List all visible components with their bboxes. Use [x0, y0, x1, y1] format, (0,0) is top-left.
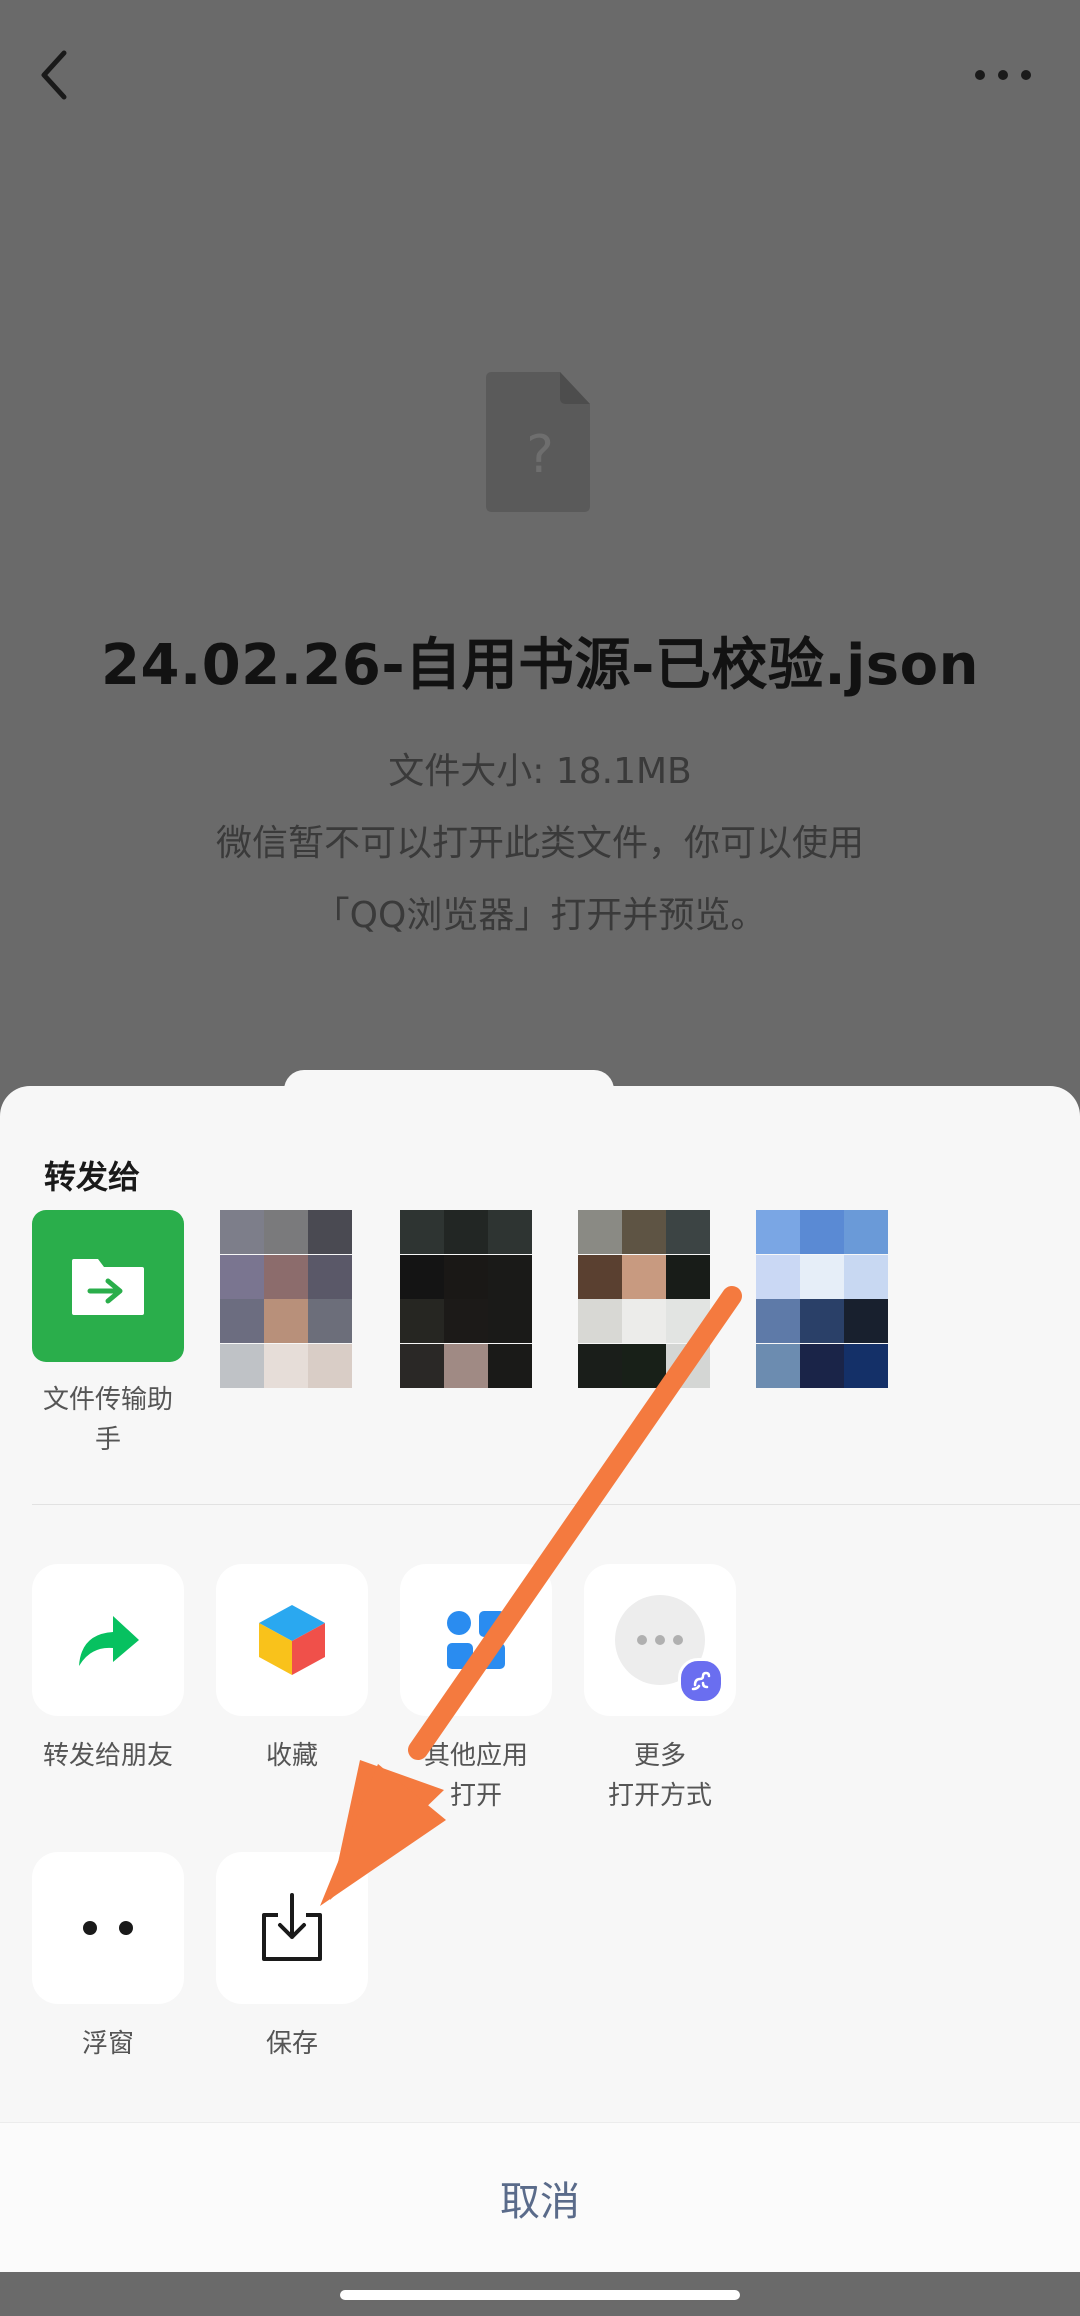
action-label: 浮窗 [81, 2029, 134, 2059]
favorites-cube-icon [259, 1605, 325, 1675]
action-label: 保存 [265, 2029, 318, 2059]
action-tile [32, 1564, 184, 1716]
action-tile [584, 1564, 736, 1716]
more-dots-icon [975, 70, 1031, 80]
unsupported-notice: 微信暂不可以打开此类文件，你可以使用 [215, 823, 864, 864]
avatar [32, 1210, 184, 1362]
sheet-notch [284, 1070, 614, 1110]
blurred-avatar [756, 1210, 888, 1388]
blurred-avatar [400, 1210, 532, 1388]
browser-hint: 「QQ浏览器」打开并预览。 [313, 895, 767, 936]
file-name: 24.02.26-自用书源-已校验.json [101, 633, 979, 698]
favorites-button[interactable]: 收藏 [216, 1564, 368, 1776]
more-open-options-button[interactable]: 更多 打开方式 [584, 1564, 736, 1816]
top-bar [0, 0, 1080, 160]
unknown-file-icon: ? [486, 372, 594, 512]
other-apps-icon [447, 1611, 505, 1669]
action-tile [400, 1564, 552, 1716]
divider [32, 1504, 1080, 1505]
contact-name: 文件传输助 手 [42, 1385, 173, 1455]
action-tile [216, 1564, 368, 1716]
forward-to-friend-button[interactable]: 转发给朋友 [32, 1564, 184, 1776]
mini-program-badge-icon [678, 1658, 724, 1704]
contact-blurred[interactable] [400, 1210, 552, 1388]
save-button[interactable]: 保存 [216, 1852, 368, 2064]
share-arrow-icon [79, 1616, 139, 1666]
save-download-icon [262, 1893, 322, 1961]
folder-transfer-icon [72, 1259, 144, 1315]
action-label: 收藏 [265, 1741, 318, 1771]
back-button[interactable] [30, 45, 80, 105]
contact-blurred[interactable] [578, 1210, 730, 1388]
float-window-icon [83, 1921, 133, 1935]
action-label: 更多 打开方式 [607, 1741, 712, 1811]
blurred-avatar [578, 1210, 710, 1388]
home-indicator[interactable] [340, 2290, 740, 2300]
contact-blurred[interactable] [756, 1210, 908, 1388]
cancel-button[interactable]: 取消 [0, 2122, 1080, 2273]
action-tile [32, 1852, 184, 2004]
contact-file-transfer[interactable]: 文件传输助 手 [32, 1210, 184, 1460]
forward-to-label: 转发给 [44, 1158, 141, 1196]
chevron-left-icon [41, 50, 67, 100]
contact-blurred[interactable] [220, 1210, 372, 1388]
action-label: 转发给朋友 [42, 1741, 173, 1771]
action-tile [216, 1852, 368, 2004]
float-window-button[interactable]: 浮窗 [32, 1852, 184, 2064]
more-button[interactable] [968, 60, 1038, 90]
cancel-label: 取消 [500, 2179, 580, 2225]
action-label: 其他应用 打开 [423, 1741, 528, 1811]
open-with-other-app-button[interactable]: 其他应用 打开 [400, 1564, 552, 1816]
file-size: 文件大小: 18.1MB [388, 751, 692, 792]
svg-text:?: ? [526, 425, 554, 485]
blurred-avatar [220, 1210, 352, 1388]
